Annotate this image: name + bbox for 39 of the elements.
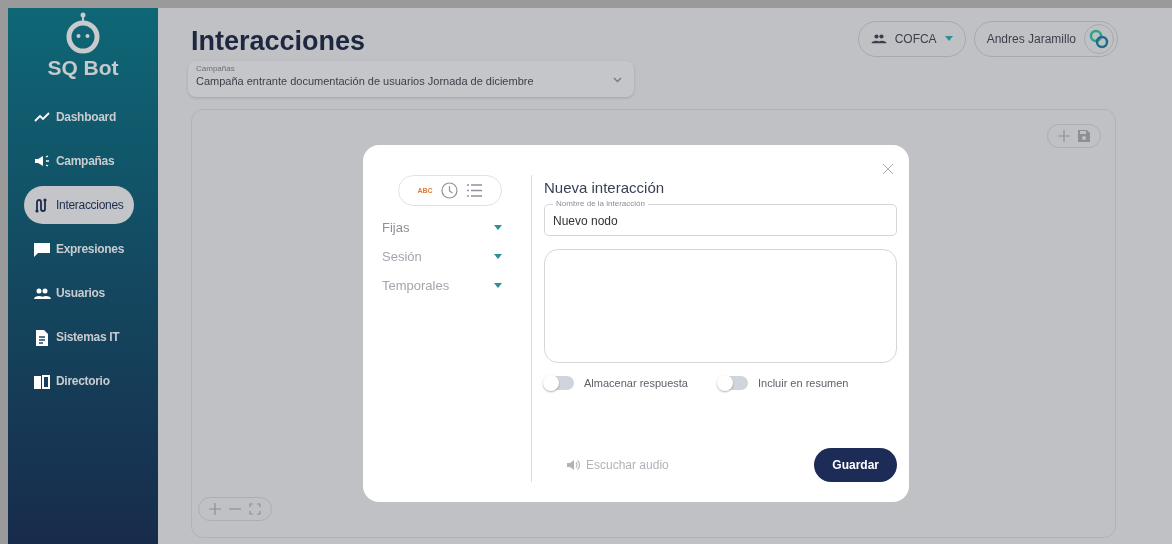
brand-name: SQ Bot [47,56,119,80]
dropdown-caret-icon [494,254,502,259]
list-icon[interactable] [465,182,483,199]
fit-screen-icon[interactable] [249,503,261,515]
close-icon[interactable] [883,164,893,174]
toggle-switch[interactable] [544,376,574,390]
toggle-label: Almacenar respuesta [584,377,688,389]
team-selector[interactable]: COFCA [857,20,966,57]
sidebar-item[interactable]: Usuarios [24,274,116,312]
field-value: Campaña entrante documentación de usuarios Jornada de diciembre [196,75,534,87]
toggle-switch[interactable] [717,376,748,390]
sidebar-item[interactable]: Directorio [24,362,121,400]
chevron-down-icon [613,77,622,83]
page-title: Interacciones [191,26,366,57]
plus-icon[interactable] [1058,130,1070,142]
save-icon[interactable] [1078,130,1090,142]
user-menu[interactable]: Andres Jaramillo [973,20,1118,57]
speaker-icon [566,458,580,472]
sidebar-item[interactable]: Dashboard [24,98,127,136]
people-icon [870,33,887,44]
zoom-in-icon[interactable] [209,503,221,515]
sidebar-item[interactable]: Sistemas IT [24,318,131,356]
text-area[interactable] [544,249,897,363]
variable-group[interactable]: Fijas [382,220,502,235]
field-label: Campañas [196,64,236,73]
clock-icon[interactable] [440,182,458,199]
dropdown-caret-icon [494,225,502,230]
chat-bubble-icon [33,240,51,258]
document-icon [33,328,51,346]
toggle-label: Incluir en resumen [757,377,849,389]
dropdown-caret-icon [494,283,502,288]
campaign-select[interactable]: Campañas Campaña entrante documentación de usuarios Jornada de diciembre [188,61,634,97]
sidebar-item[interactable]: Expresiones [24,230,136,268]
dialog-title: Nueva interacción [544,179,666,196]
book-icon [33,372,51,390]
sidebar-item[interactable]: Campañas [24,142,126,180]
save-button[interactable]: Guardar [814,448,897,482]
sidebar-item[interactable]: Interacciones [24,186,135,224]
dropdown-caret-icon [944,36,953,41]
